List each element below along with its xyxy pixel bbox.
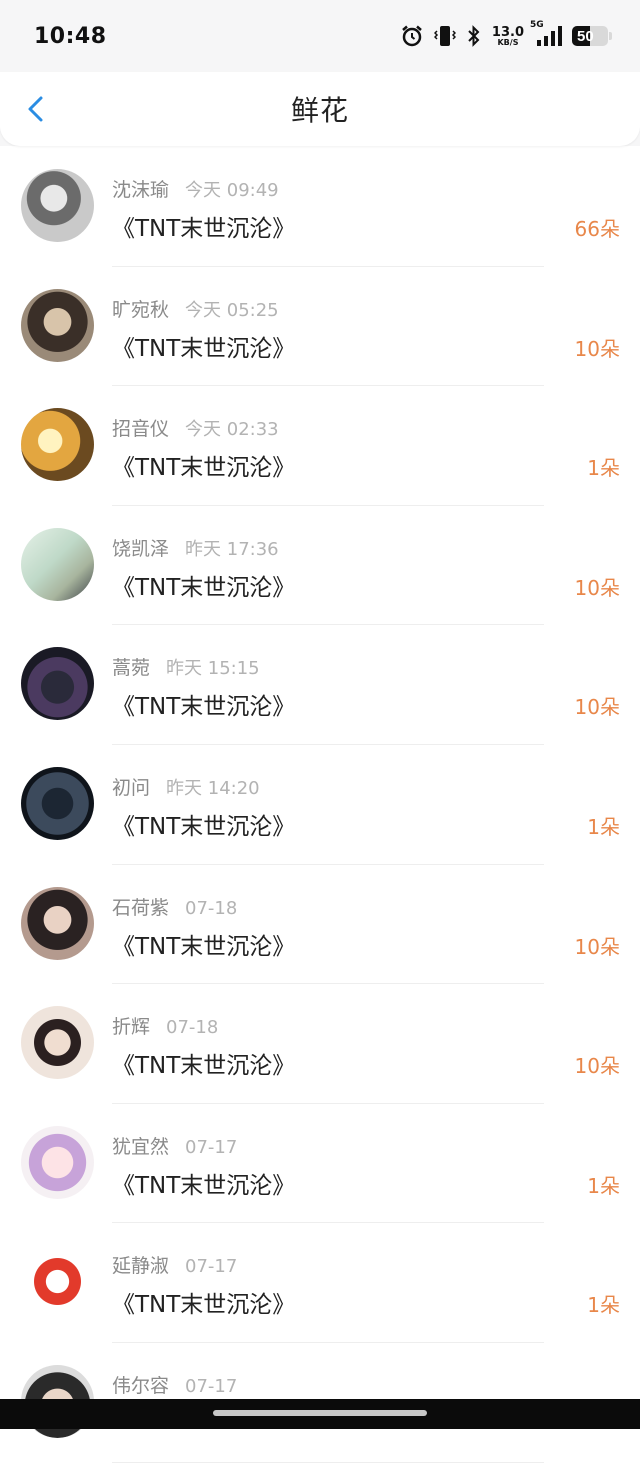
item-date: 今天 05:25 xyxy=(185,299,279,321)
flower-count: 10朵 xyxy=(574,575,620,600)
flower-count: 1朵 xyxy=(587,1293,620,1318)
item-date: 今天 02:33 xyxy=(185,419,279,441)
list-item[interactable]: 旷宛秋 今天 05:25 《TNT末世沉沦》 10朵 xyxy=(0,267,640,387)
item-date: 07-18 xyxy=(185,897,238,919)
user-name[interactable]: 招音仪 xyxy=(112,418,169,440)
item-meta: 蒿菀 昨天 15:15 xyxy=(112,653,260,680)
item-meta: 伟尔容 07-17 xyxy=(112,1371,237,1398)
user-name[interactable]: 饶凯泽 xyxy=(112,538,169,560)
flower-count: 1朵 xyxy=(587,456,620,481)
book-title[interactable]: 《TNT末世沉沦》 xyxy=(112,1285,295,1319)
item-meta: 饶凯泽 昨天 17:36 xyxy=(112,534,279,561)
list-item[interactable]: 蒿菀 昨天 15:15 《TNT末世沉沦》 10朵 xyxy=(0,625,640,745)
bluetooth-icon xyxy=(466,24,482,48)
alarm-icon xyxy=(400,24,424,48)
item-date: 07-17 xyxy=(185,1256,238,1278)
flower-count: 10朵 xyxy=(574,934,620,959)
item-date: 今天 09:49 xyxy=(185,180,279,201)
flower-count: 10朵 xyxy=(574,336,620,361)
avatar[interactable] xyxy=(21,527,94,601)
list-item[interactable]: 石荷紫 07-18 《TNT末世沉沦》 10朵 xyxy=(0,865,640,985)
book-title[interactable]: 《TNT末世沉沦》 xyxy=(112,1166,295,1200)
battery-level: 50 xyxy=(577,27,594,45)
book-title[interactable]: 《TNT末世沉沦》 xyxy=(112,687,295,721)
user-name[interactable]: 蒿菀 xyxy=(112,657,150,679)
avatar[interactable] xyxy=(21,1245,94,1319)
back-button[interactable] xyxy=(22,94,52,124)
flower-count: 1朵 xyxy=(587,1173,620,1198)
item-date: 昨天 15:15 xyxy=(166,658,260,680)
item-meta: 沈沫瑜 今天 09:49 xyxy=(112,175,279,202)
user-name[interactable]: 旷宛秋 xyxy=(112,299,169,321)
list-item[interactable]: 饶凯泽 昨天 17:36 《TNT末世沉沦》 10朵 xyxy=(0,506,640,626)
flower-count: 1朵 xyxy=(587,814,620,839)
flower-count: 10朵 xyxy=(574,695,620,720)
item-meta: 延静淑 07-17 xyxy=(112,1251,237,1278)
status-bar: 10:48 13.0 KB/S 5G 50 xyxy=(0,0,640,72)
list-item[interactable]: 折辉 07-18 《TNT末世沉沦》 10朵 xyxy=(0,984,640,1104)
avatar[interactable] xyxy=(21,169,94,242)
item-meta: 旷宛秋 今天 05:25 xyxy=(112,295,279,322)
book-title[interactable]: 《TNT末世沉沦》 xyxy=(112,927,295,961)
list-item[interactable]: 沈沫瑜 今天 09:49 《TNT末世沉沦》 66朵 xyxy=(0,147,640,267)
gift-list: 沈沫瑜 今天 09:49 《TNT末世沉沦》 66朵旷宛秋 今天 05:25 《TNT末世… xyxy=(0,147,640,1463)
user-name[interactable]: 伟尔容 xyxy=(112,1375,169,1397)
status-time: 10:48 xyxy=(34,23,107,49)
home-indicator[interactable] xyxy=(213,1410,427,1416)
item-meta: 折辉 07-18 xyxy=(112,1012,218,1039)
book-title[interactable]: 《TNT末世沉沦》 xyxy=(112,807,295,841)
book-title[interactable]: 《TNT末世沉沦》 xyxy=(112,568,295,602)
item-date: 07-18 xyxy=(166,1017,219,1039)
user-name[interactable]: 折辉 xyxy=(112,1016,150,1038)
navigation-bar xyxy=(0,1399,640,1429)
avatar[interactable] xyxy=(21,408,94,482)
avatar[interactable] xyxy=(21,766,94,840)
divider xyxy=(112,1461,544,1463)
user-name[interactable]: 初问 xyxy=(112,777,150,799)
user-name[interactable]: 沈沫瑜 xyxy=(112,179,169,201)
avatar[interactable] xyxy=(21,288,94,362)
avatar[interactable] xyxy=(21,647,94,721)
network-type: 5G xyxy=(530,20,544,30)
flower-count: 10朵 xyxy=(574,1054,620,1079)
net-speed: 13.0 KB/S xyxy=(491,24,524,47)
item-date: 昨天 17:36 xyxy=(185,538,279,560)
list-item[interactable]: 初问 昨天 14:20 《TNT末世沉沦》 1朵 xyxy=(0,745,640,865)
item-meta: 招音仪 今天 02:33 xyxy=(112,414,279,441)
vibrate-icon xyxy=(433,24,456,48)
chevron-left-icon xyxy=(28,96,43,122)
flower-count: 66朵 xyxy=(574,217,620,241)
header: 鲜花 xyxy=(0,72,640,146)
signal-icon: 5G xyxy=(530,20,562,48)
user-name[interactable]: 延静淑 xyxy=(112,1255,169,1277)
avatar[interactable] xyxy=(21,886,94,960)
item-date: 07-17 xyxy=(185,1136,238,1158)
item-meta: 石荷紫 07-18 xyxy=(112,893,237,920)
list-item[interactable]: 犹宜然 07-17 《TNT末世沉沦》 1朵 xyxy=(0,1104,640,1224)
item-date: 07-17 xyxy=(185,1375,238,1397)
item-meta: 犹宜然 07-17 xyxy=(112,1132,237,1159)
book-title[interactable]: 《TNT末世沉沦》 xyxy=(112,329,295,363)
status-icons: 13.0 KB/S 5G 50 xyxy=(400,20,612,48)
list-item[interactable]: 招音仪 今天 02:33 《TNT末世沉沦》 1朵 xyxy=(0,386,640,506)
book-title[interactable]: 《TNT末世沉沦》 xyxy=(112,448,295,482)
avatar[interactable] xyxy=(21,1125,94,1199)
avatar[interactable] xyxy=(21,1006,94,1080)
book-title[interactable]: 《TNT末世沉沦》 xyxy=(112,1046,295,1080)
book-title[interactable]: 《TNT末世沉沦》 xyxy=(112,209,295,243)
battery-icon: 50 xyxy=(572,26,612,46)
user-name[interactable]: 犹宜然 xyxy=(112,1136,169,1158)
item-meta: 初问 昨天 14:20 xyxy=(112,773,260,800)
list-item[interactable]: 延静淑 07-17 《TNT末世沉沦》 1朵 xyxy=(0,1223,640,1343)
page-title: 鲜花 xyxy=(290,94,349,127)
user-name[interactable]: 石荷紫 xyxy=(112,897,169,919)
item-date: 昨天 14:20 xyxy=(166,777,260,799)
